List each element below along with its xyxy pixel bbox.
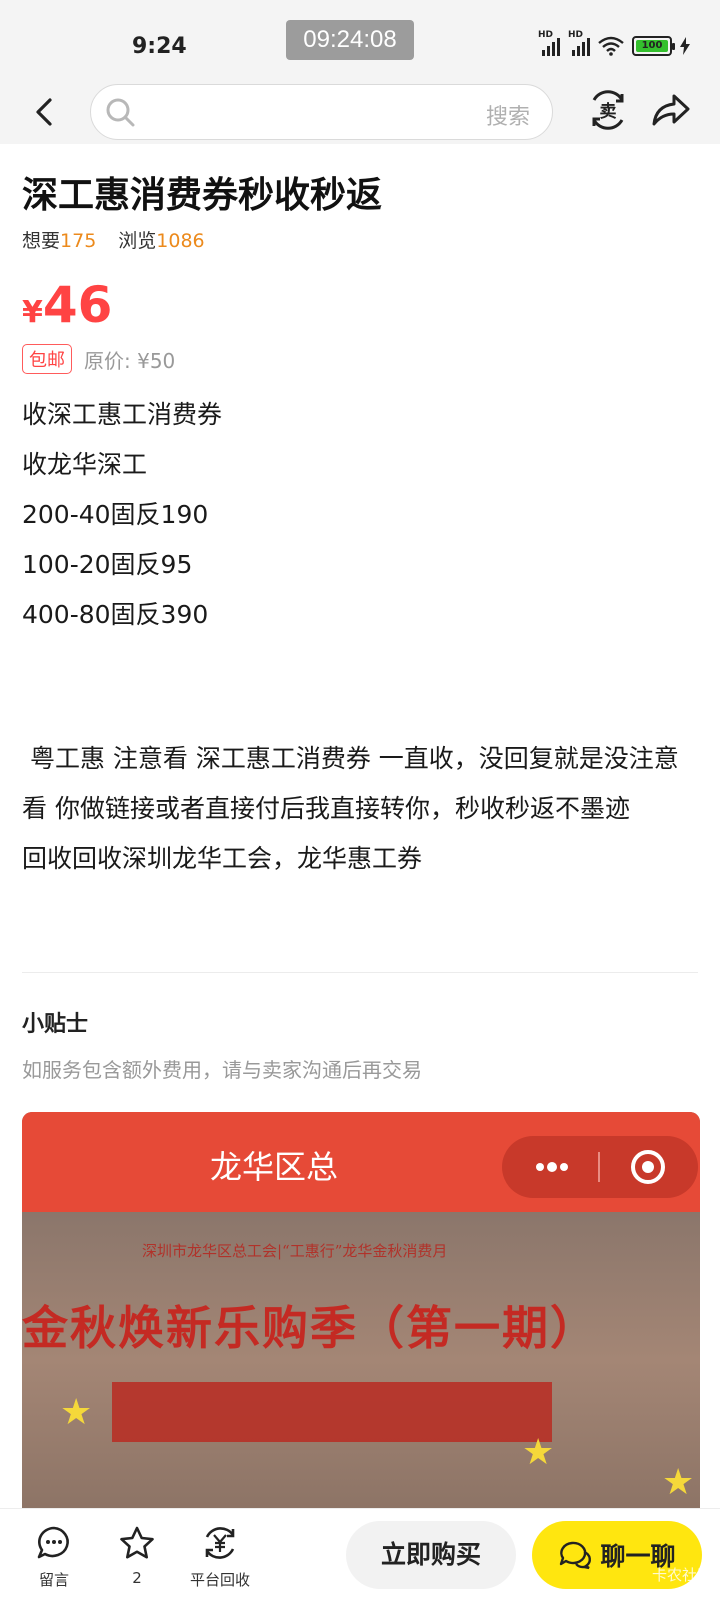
description-line: 100-20固反95 [22, 550, 193, 579]
share-icon [652, 94, 690, 126]
want-label: 想要 [22, 230, 61, 252]
nav-bar: 搜索 卖 [0, 80, 720, 144]
view-count: 1086 [156, 230, 205, 252]
share-button[interactable] [648, 88, 692, 132]
description-line: 收深工惠工消费券 [22, 400, 223, 429]
recycle-yen-icon [205, 1527, 235, 1559]
svg-text:卖: 卖 [600, 101, 617, 122]
search-icon [106, 98, 135, 127]
watermark: 卡农社区 [651, 1566, 712, 1584]
hd-label-2: HD [568, 30, 584, 40]
view-label: 浏览 [118, 230, 157, 252]
charging-icon [680, 37, 690, 55]
item-stats: 想要175 浏览1086 [22, 226, 205, 253]
sell-icon: 卖 [592, 90, 624, 130]
back-arrow-icon [36, 98, 52, 126]
status-time: 9:24 [132, 34, 187, 59]
comment-icon [37, 1526, 69, 1559]
back-button[interactable] [26, 90, 66, 134]
battery-icon: 100 [632, 36, 675, 56]
star-icon: ★ [522, 1432, 555, 1473]
sell-button[interactable]: 卖 [588, 88, 628, 132]
free-shipping-badge: 包邮 [22, 344, 72, 374]
image-caption: 深圳市龙华区总工会|“工惠行”龙华金秋消费月 [142, 1242, 448, 1260]
clock-badge: 09:24:08 [286, 20, 414, 60]
item-title: 深工惠消费券秒收秒返 [22, 175, 383, 216]
image-capsule [502, 1136, 698, 1198]
comment-button[interactable]: 留言 [14, 1525, 94, 1590]
description-line: 200-40固反190 [22, 500, 209, 529]
star-outline-icon [120, 1526, 154, 1559]
tips-title: 小贴士 [22, 1012, 89, 1037]
image-header-title: 龙华区总 [210, 1148, 339, 1186]
original-price: 原价: ¥50 [84, 348, 176, 373]
view-stat: 浏览1086 [118, 226, 204, 253]
price: ¥46 [22, 276, 112, 334]
divider [22, 972, 698, 973]
item-description: 收深工惠工消费券 收龙华深工 200-40固反190 100-20固反95 40… [22, 390, 702, 640]
status-icons: HD HD 100 [538, 30, 690, 58]
star-icon: ★ [662, 1462, 695, 1503]
more-icon [536, 1150, 665, 1184]
signal-icon-2: HD [568, 30, 590, 56]
comment-label: 留言 [38, 1571, 69, 1589]
description-line: 400-80固反390 [22, 600, 209, 629]
recycle-label: 平台回收 [189, 1571, 250, 1589]
image-slogan: 金秋焕新乐购季（第一期） [22, 1301, 598, 1355]
bottom-bar: 留言 2 平台回收 立即购买 聊一聊 [0, 1508, 720, 1600]
price-tags: 包邮 原价: ¥50 [22, 344, 175, 374]
search-placeholder: 搜索 [485, 105, 530, 130]
recycle-button[interactable]: 平台回收 [180, 1525, 260, 1590]
favorite-count: 2 [132, 1569, 142, 1587]
battery-level: 100 [636, 40, 668, 52]
hd-label: HD [538, 30, 554, 40]
want-stat: 想要175 [22, 226, 96, 253]
want-count: 175 [60, 230, 97, 252]
price-value: 46 [42, 276, 113, 334]
image-body: 深圳市龙华区总工会|“工惠行”龙华金秋消费月 金秋焕新乐购季（第一期） ★ ★ … [22, 1212, 700, 1508]
product-image[interactable]: 龙华区总 深圳市龙华区总工会|“工惠行”龙华金秋消费月 金秋焕新乐购季（第一期）… [22, 1112, 700, 1508]
image-band [112, 1382, 552, 1442]
chat-icon [560, 1541, 592, 1570]
favorite-button[interactable]: 2 [97, 1525, 177, 1587]
tips-text: 如服务包含额外费用，请与卖家沟通后再交易 [22, 1058, 422, 1082]
star-icon: ★ [60, 1392, 93, 1433]
image-header: 龙华区总 [22, 1112, 700, 1212]
buy-now-button[interactable]: 立即购买 [346, 1521, 516, 1589]
wifi-icon [598, 36, 624, 56]
status-bar: 9:24 09:24:08 HD HD 100 [0, 0, 720, 80]
currency-symbol: ¥ [22, 295, 43, 330]
signal-icon: HD [538, 30, 560, 56]
description-line: 收龙华深工 [22, 450, 148, 479]
description-paragraph: 粤工惠 注意看 深工惠工消费券 一直收，没回复就是没注意看 你做链接或者直接付后… [22, 744, 679, 873]
search-input[interactable]: 搜索 [90, 84, 553, 140]
